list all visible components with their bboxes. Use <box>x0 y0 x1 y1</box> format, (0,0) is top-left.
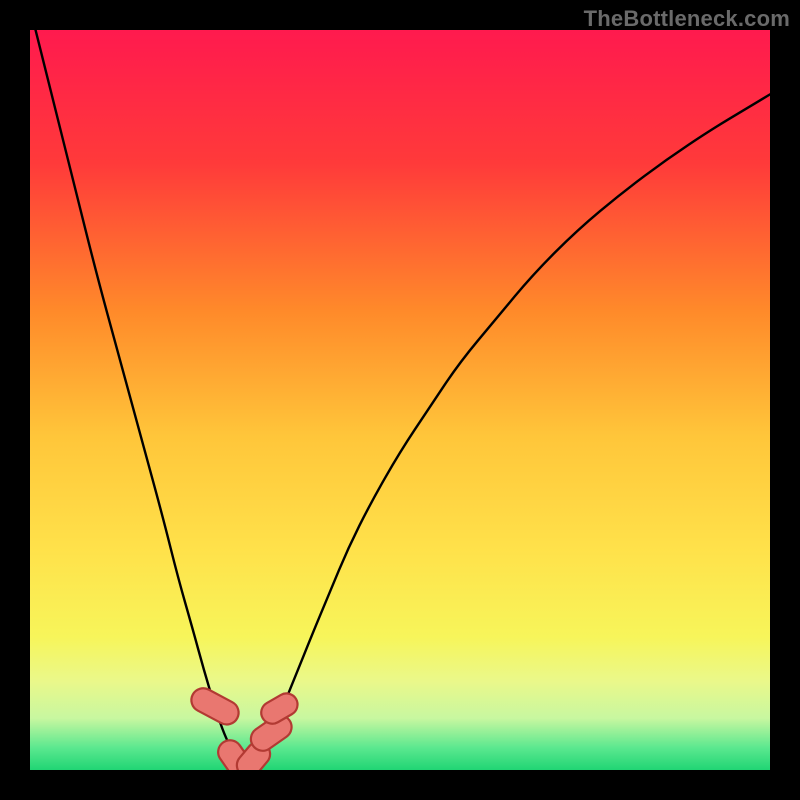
chart-svg <box>30 30 770 770</box>
chart-frame: TheBottleneck.com <box>0 0 800 800</box>
chart-plot-area <box>30 30 770 770</box>
watermark-text: TheBottleneck.com <box>584 6 790 32</box>
chart-background <box>30 30 770 770</box>
